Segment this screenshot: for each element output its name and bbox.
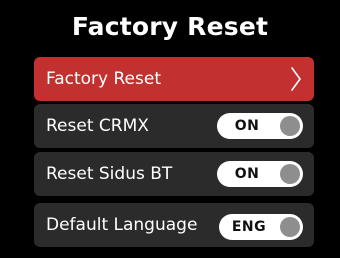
toggle-knob	[280, 116, 300, 136]
menu-item-default-language[interactable]: Default Language ENG	[34, 203, 314, 247]
menu-item-label: Reset Sidus BT	[46, 164, 173, 184]
menu-item-factory-reset[interactable]: Factory Reset	[34, 57, 314, 101]
toggle-value: ON	[234, 118, 260, 134]
toggle-value: ENG	[231, 219, 267, 235]
factory-reset-screen: Factory Reset Factory Reset Reset CRMX O…	[0, 0, 340, 258]
menu-item-reset-crmx[interactable]: Reset CRMX ON	[34, 104, 314, 148]
chevron-right-icon	[291, 67, 301, 91]
reset-sidus-bt-toggle[interactable]: ON	[217, 161, 303, 187]
default-language-toggle[interactable]: ENG	[219, 214, 303, 240]
menu-item-label: Factory Reset	[46, 69, 161, 89]
toggle-knob	[280, 217, 300, 237]
reset-crmx-toggle[interactable]: ON	[217, 113, 303, 139]
menu-item-label: Default Language	[46, 215, 198, 235]
menu-item-reset-sidus-bt[interactable]: Reset Sidus BT ON	[34, 152, 314, 196]
page-title: Factory Reset	[71, 12, 269, 41]
menu-item-label: Reset CRMX	[46, 116, 149, 136]
toggle-value: ON	[234, 166, 260, 182]
toggle-knob	[280, 164, 300, 184]
